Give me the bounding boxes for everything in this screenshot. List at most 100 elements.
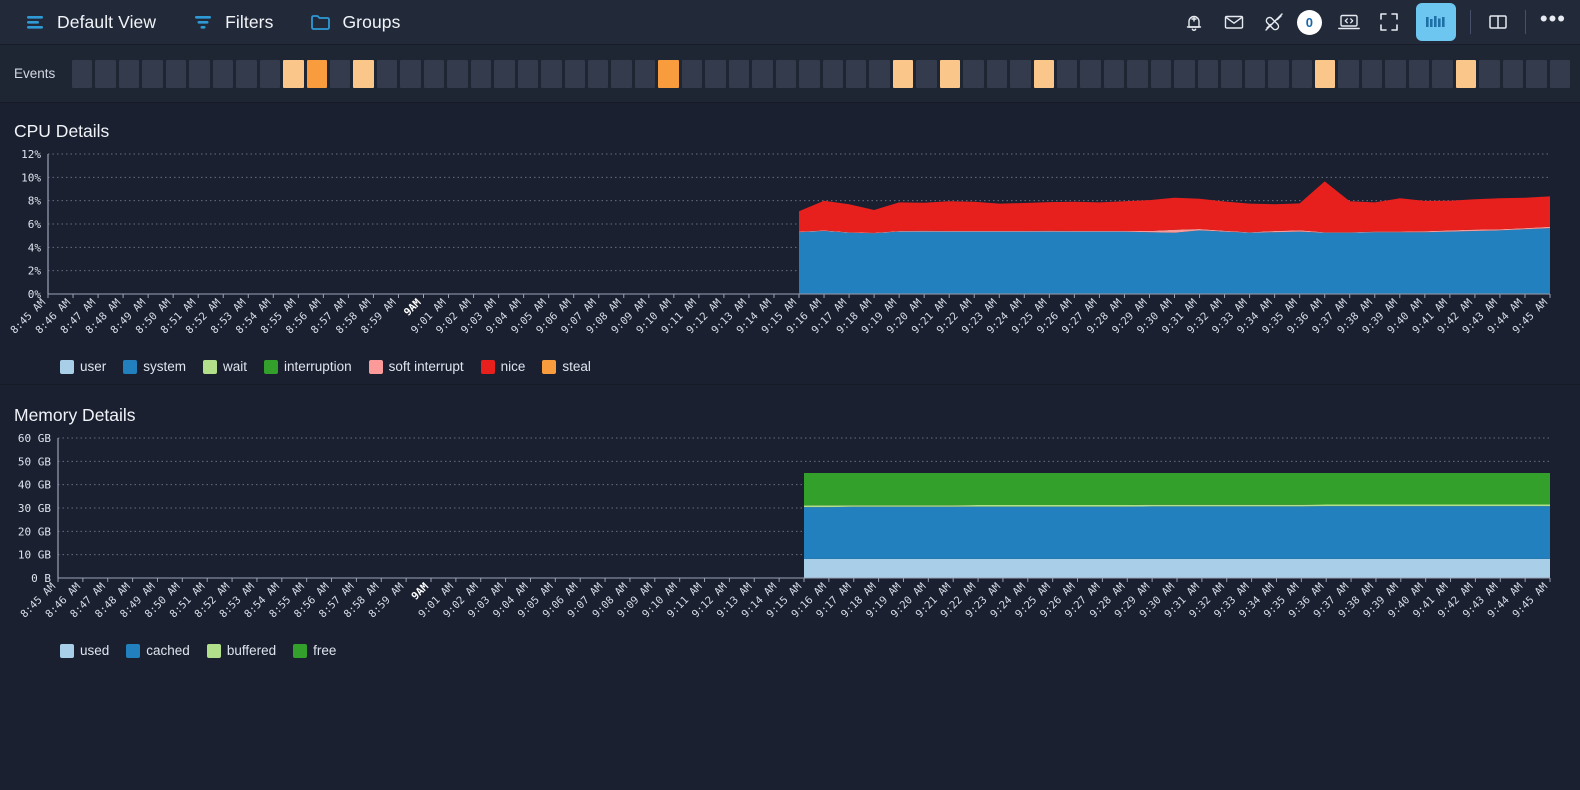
default-view-button[interactable]: Default View bbox=[22, 9, 156, 35]
event-cell[interactable] bbox=[892, 59, 914, 88]
event-cell[interactable] bbox=[1127, 59, 1148, 88]
cpu-legend-item[interactable]: wait bbox=[203, 359, 247, 374]
event-cell[interactable] bbox=[376, 59, 398, 88]
event-cell[interactable] bbox=[1010, 59, 1031, 88]
event-cell[interactable] bbox=[236, 59, 257, 88]
cpu-legend-item[interactable]: soft interrupt bbox=[368, 359, 464, 374]
fullscreen-icon[interactable] bbox=[1376, 9, 1402, 35]
memory-details-panel: Memory Details 0 B 10 GB 20 GB 30 GB 40 GB 50… bbox=[0, 387, 1580, 660]
event-cell[interactable] bbox=[1408, 59, 1430, 88]
event-cell[interactable] bbox=[72, 59, 93, 88]
cpu-chart[interactable]: 0% 2% 4% 6% 8% 10% 12% 8:45 AM 8:46 AM 8:47 AM 8:4… bbox=[0, 148, 1562, 353]
event-cell[interactable] bbox=[1244, 59, 1266, 88]
event-cell[interactable] bbox=[705, 59, 726, 88]
event-cell[interactable] bbox=[869, 59, 890, 88]
event-cell[interactable] bbox=[400, 59, 421, 88]
event-cell[interactable] bbox=[986, 59, 1008, 88]
legend-label: buffered bbox=[226, 643, 277, 658]
split-panel-icon[interactable] bbox=[1485, 9, 1511, 35]
event-cell[interactable] bbox=[1432, 59, 1453, 88]
event-cell[interactable] bbox=[845, 59, 867, 88]
event-cell[interactable] bbox=[658, 59, 679, 88]
event-cell[interactable] bbox=[423, 59, 445, 88]
event-cell[interactable] bbox=[1291, 59, 1313, 88]
memory-legend: used cached buffered free bbox=[0, 637, 1580, 658]
event-cell[interactable] bbox=[283, 59, 304, 88]
y-axis-tick-label: 10 GB bbox=[18, 549, 51, 562]
event-cell[interactable] bbox=[1103, 59, 1125, 88]
laptop-code-icon[interactable] bbox=[1336, 9, 1362, 35]
event-cell[interactable] bbox=[1221, 59, 1242, 88]
event-cell[interactable] bbox=[1033, 59, 1055, 88]
event-cell[interactable] bbox=[1385, 59, 1406, 88]
cpu-legend-item[interactable]: interruption bbox=[264, 359, 352, 374]
memory-legend-item[interactable]: free bbox=[293, 643, 336, 658]
filters-button[interactable]: Filters bbox=[190, 9, 273, 35]
event-cell[interactable] bbox=[1315, 59, 1336, 88]
event-cell[interactable] bbox=[564, 59, 585, 88]
event-cell[interactable] bbox=[1080, 59, 1101, 88]
event-cell[interactable] bbox=[306, 59, 327, 88]
event-cell[interactable] bbox=[1479, 59, 1500, 88]
memory-legend-item[interactable]: cached bbox=[126, 643, 190, 658]
event-cell[interactable] bbox=[1338, 59, 1359, 88]
cpu-legend-item[interactable]: system bbox=[123, 359, 186, 374]
event-cell[interactable] bbox=[1526, 59, 1547, 88]
filters-label: Filters bbox=[225, 11, 274, 32]
event-cell[interactable] bbox=[212, 59, 234, 88]
event-cell[interactable] bbox=[165, 59, 187, 88]
event-cell[interactable] bbox=[1057, 59, 1078, 88]
event-cell[interactable] bbox=[142, 59, 163, 88]
event-cell[interactable] bbox=[1502, 59, 1524, 88]
events-track[interactable] bbox=[72, 59, 1570, 88]
event-cell[interactable] bbox=[963, 59, 984, 88]
event-cell[interactable] bbox=[517, 59, 539, 88]
event-cell[interactable] bbox=[1549, 59, 1570, 88]
event-cell[interactable] bbox=[494, 59, 515, 88]
event-cell[interactable] bbox=[634, 59, 656, 88]
groups-button[interactable]: Groups bbox=[307, 9, 400, 35]
event-cell[interactable] bbox=[189, 59, 210, 88]
event-cell[interactable] bbox=[1150, 59, 1172, 88]
memory-legend-item[interactable]: buffered bbox=[206, 643, 277, 658]
event-cell[interactable] bbox=[1268, 59, 1289, 88]
chart-bars-icon[interactable] bbox=[1415, 3, 1456, 41]
event-cell[interactable] bbox=[353, 59, 374, 88]
cpu-legend-item[interactable]: nice bbox=[480, 359, 525, 374]
mail-icon[interactable] bbox=[1221, 9, 1247, 35]
event-cell[interactable] bbox=[95, 59, 116, 88]
event-cell[interactable] bbox=[118, 59, 140, 88]
cpu-legend-item[interactable]: steal bbox=[542, 359, 591, 374]
toolbar-divider-2 bbox=[1524, 10, 1526, 34]
notification-count-badge[interactable]: 0 bbox=[1296, 9, 1322, 35]
memory-legend-item[interactable]: used bbox=[60, 643, 109, 658]
event-cell[interactable] bbox=[587, 59, 609, 88]
event-cell[interactable] bbox=[329, 59, 351, 88]
event-cell[interactable] bbox=[799, 59, 820, 88]
event-cell[interactable] bbox=[775, 59, 797, 88]
plug-disconnect-icon[interactable] bbox=[1261, 9, 1287, 35]
event-cell[interactable] bbox=[447, 59, 468, 88]
event-cell[interactable] bbox=[728, 59, 750, 88]
event-cell[interactable] bbox=[1455, 59, 1477, 88]
series-area-nice bbox=[799, 181, 1550, 233]
event-cell[interactable] bbox=[470, 59, 492, 88]
event-cell[interactable] bbox=[822, 59, 843, 88]
event-cell[interactable] bbox=[1174, 59, 1195, 88]
event-cell[interactable] bbox=[939, 59, 961, 88]
memory-chart[interactable]: 0 B 10 GB 20 GB 30 GB 40 GB 50 GB 60 GB 8:45 AM… bbox=[0, 432, 1562, 637]
cpu-details-panel: CPU Details 0% 2% 4% 6% 8% 10% 12% 8:45 AM 8:46 … bbox=[0, 103, 1580, 387]
legend-swatch-icon bbox=[293, 643, 308, 658]
event-cell[interactable] bbox=[541, 59, 562, 88]
event-cell[interactable] bbox=[1361, 59, 1383, 88]
event-cell[interactable] bbox=[916, 59, 937, 88]
events-bar: Events bbox=[0, 45, 1580, 103]
event-cell[interactable] bbox=[611, 59, 632, 88]
overflow-menu-icon[interactable]: ••• bbox=[1540, 7, 1566, 31]
event-cell[interactable] bbox=[1197, 59, 1219, 88]
event-cell[interactable] bbox=[752, 59, 773, 88]
event-cell[interactable] bbox=[259, 59, 281, 88]
cpu-legend-item[interactable]: user bbox=[60, 359, 106, 374]
alert-bell-add-icon[interactable] bbox=[1181, 9, 1207, 35]
event-cell[interactable] bbox=[681, 59, 703, 88]
